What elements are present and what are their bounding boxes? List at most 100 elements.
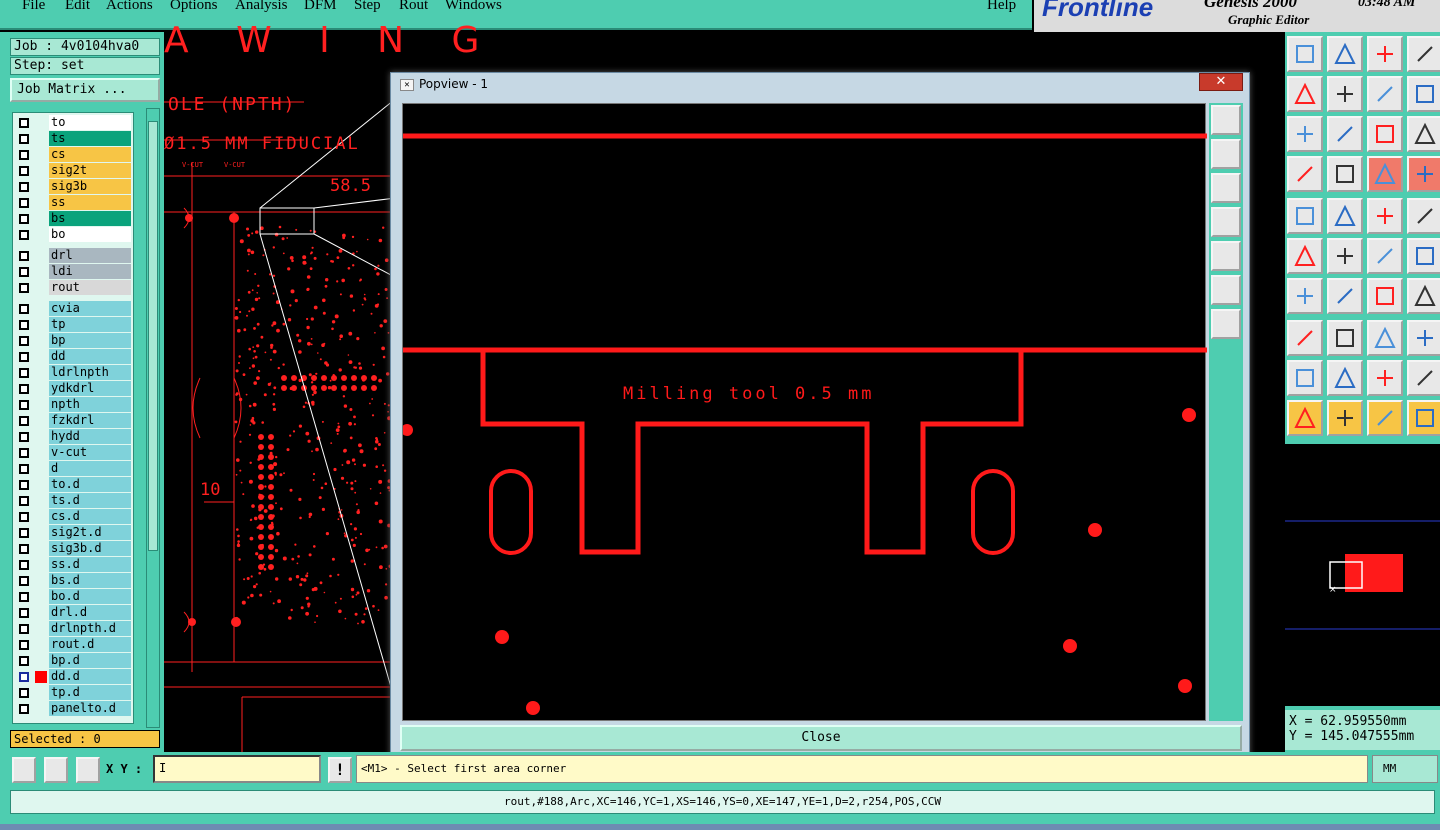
popview-canvas[interactable]: Milling tool 0.5 mm (401, 103, 1207, 721)
layer-name[interactable]: fzkdrl (49, 413, 131, 428)
grid-icon[interactable] (76, 757, 100, 783)
pan-down-icon[interactable] (1211, 173, 1241, 203)
scrollbar-thumb[interactable] (148, 121, 158, 551)
angle-line-icon[interactable] (1287, 278, 1323, 314)
pointer-move-icon[interactable] (1407, 400, 1440, 436)
cross-icon[interactable] (1327, 238, 1363, 274)
layer-row[interactable]: drlnpth.d (13, 621, 133, 637)
layer-name[interactable]: v-cut (49, 445, 131, 460)
fit-icon[interactable] (1287, 116, 1323, 152)
menu-step[interactable]: Step (354, 0, 381, 14)
layer-row[interactable]: hydd (13, 429, 133, 445)
layer-checkbox[interactable] (19, 512, 29, 522)
layer-name[interactable]: panelto.d (49, 701, 131, 716)
layer-name[interactable]: drlnpth.d (49, 621, 131, 636)
layer-row[interactable]: bs (13, 211, 133, 227)
layer-checkbox[interactable] (19, 134, 29, 144)
layer-checkbox[interactable] (19, 352, 29, 362)
pan-left-icon[interactable] (1211, 207, 1241, 237)
mirror-icon[interactable] (1407, 278, 1440, 314)
layer-row[interactable]: ldi (13, 264, 133, 280)
layer-checkbox[interactable] (19, 592, 29, 602)
zoom-out-icon[interactable] (1211, 275, 1241, 305)
layer-row[interactable]: npth (13, 397, 133, 413)
layer-checkbox[interactable] (19, 283, 29, 293)
layer-name[interactable]: bs (49, 211, 131, 226)
home-icon[interactable] (1367, 36, 1403, 72)
layer-row[interactable]: d (13, 461, 133, 477)
window-close-button[interactable]: ✕ (1199, 73, 1243, 91)
line-node-icon[interactable] (1367, 238, 1403, 274)
menu-help[interactable]: Help (987, 0, 1016, 14)
layer-checkbox[interactable] (19, 368, 29, 378)
layer-row[interactable]: dd.d (13, 669, 133, 685)
layer-name[interactable]: to.d (49, 477, 131, 492)
layer-row[interactable]: ss (13, 195, 133, 211)
layer-name[interactable]: ts.d (49, 493, 131, 508)
route-icon[interactable] (1327, 156, 1363, 192)
layer-checkbox[interactable] (19, 672, 29, 682)
layer-checkbox[interactable] (19, 400, 29, 410)
pan-right-icon[interactable] (1211, 241, 1241, 271)
layer-checkbox[interactable] (19, 182, 29, 192)
layer-row[interactable]: bs.d (13, 573, 133, 589)
layer-checkbox[interactable] (19, 576, 29, 586)
layer-checkbox[interactable] (19, 384, 29, 394)
layer-name[interactable]: sig2t (49, 163, 131, 178)
layer-row[interactable]: drl (13, 248, 133, 264)
arc-a-icon[interactable] (1367, 360, 1403, 396)
export-icon[interactable] (1327, 76, 1363, 112)
job-matrix-button[interactable]: Job Matrix ... (10, 78, 160, 102)
layer-row[interactable]: sig2t.d (13, 525, 133, 541)
layer-checkbox[interactable] (19, 118, 29, 128)
layer-checkbox[interactable] (19, 496, 29, 506)
layer-name[interactable]: rout (49, 280, 131, 295)
import-icon[interactable] (1287, 76, 1323, 112)
select-pad-icon[interactable] (1287, 198, 1323, 234)
layer-name[interactable]: d (49, 461, 131, 476)
measure-probe-icon[interactable] (1287, 156, 1323, 192)
polygon-icon[interactable] (1287, 360, 1323, 396)
layer-name[interactable]: sig3b (49, 179, 131, 194)
open-job-icon[interactable] (1287, 36, 1323, 72)
layer-checkbox[interactable] (19, 166, 29, 176)
layout-icon[interactable] (1407, 36, 1440, 72)
snap-point-icon[interactable] (1407, 198, 1440, 234)
help-icon[interactable] (1407, 116, 1440, 152)
horizontal-line-icon[interactable] (1327, 320, 1363, 356)
layer-row[interactable]: to (13, 115, 133, 131)
layer-merge-icon[interactable] (1407, 156, 1440, 192)
layer-name[interactable]: ss.d (49, 557, 131, 572)
layer-name[interactable]: tp (49, 317, 131, 332)
layer-checkbox[interactable] (19, 336, 29, 346)
pointer-icon[interactable] (1287, 400, 1323, 436)
connect-icon[interactable] (1287, 238, 1323, 274)
layer-checkbox[interactable] (19, 656, 29, 666)
layer-row[interactable]: fzkdrl (13, 413, 133, 429)
layer-name[interactable]: dd (49, 349, 131, 364)
ruler-icon[interactable] (1367, 198, 1403, 234)
pointer-edit-icon[interactable] (1367, 400, 1403, 436)
layer-row[interactable]: ss.d (13, 557, 133, 573)
layer-row[interactable]: bp (13, 333, 133, 349)
layer-checkbox[interactable] (19, 432, 29, 442)
menu-edit[interactable]: Edit (65, 0, 90, 14)
layer-row[interactable]: cs (13, 147, 133, 163)
layer-row[interactable]: tp.d (13, 685, 133, 701)
cross-a-icon[interactable] (1407, 360, 1440, 396)
layer-checkbox[interactable] (19, 448, 29, 458)
layer-checkbox[interactable] (19, 544, 29, 554)
units-select[interactable]: MM (1372, 755, 1438, 783)
menu-analysis[interactable]: Analysis (235, 0, 288, 14)
layer-row[interactable]: cs.d (13, 509, 133, 525)
layer-checkbox[interactable] (19, 320, 29, 330)
layer-row[interactable]: bp.d (13, 653, 133, 669)
layer-checkbox[interactable] (19, 624, 29, 634)
step-icon[interactable] (1407, 76, 1440, 112)
layer-name[interactable]: cvia (49, 301, 131, 316)
layer-row[interactable]: panelto.d (13, 701, 133, 717)
layer-name[interactable]: hydd (49, 429, 131, 444)
layer-name[interactable]: rout.d (49, 637, 131, 652)
layer-checkbox[interactable] (19, 214, 29, 224)
layer-row[interactable]: ts (13, 131, 133, 147)
